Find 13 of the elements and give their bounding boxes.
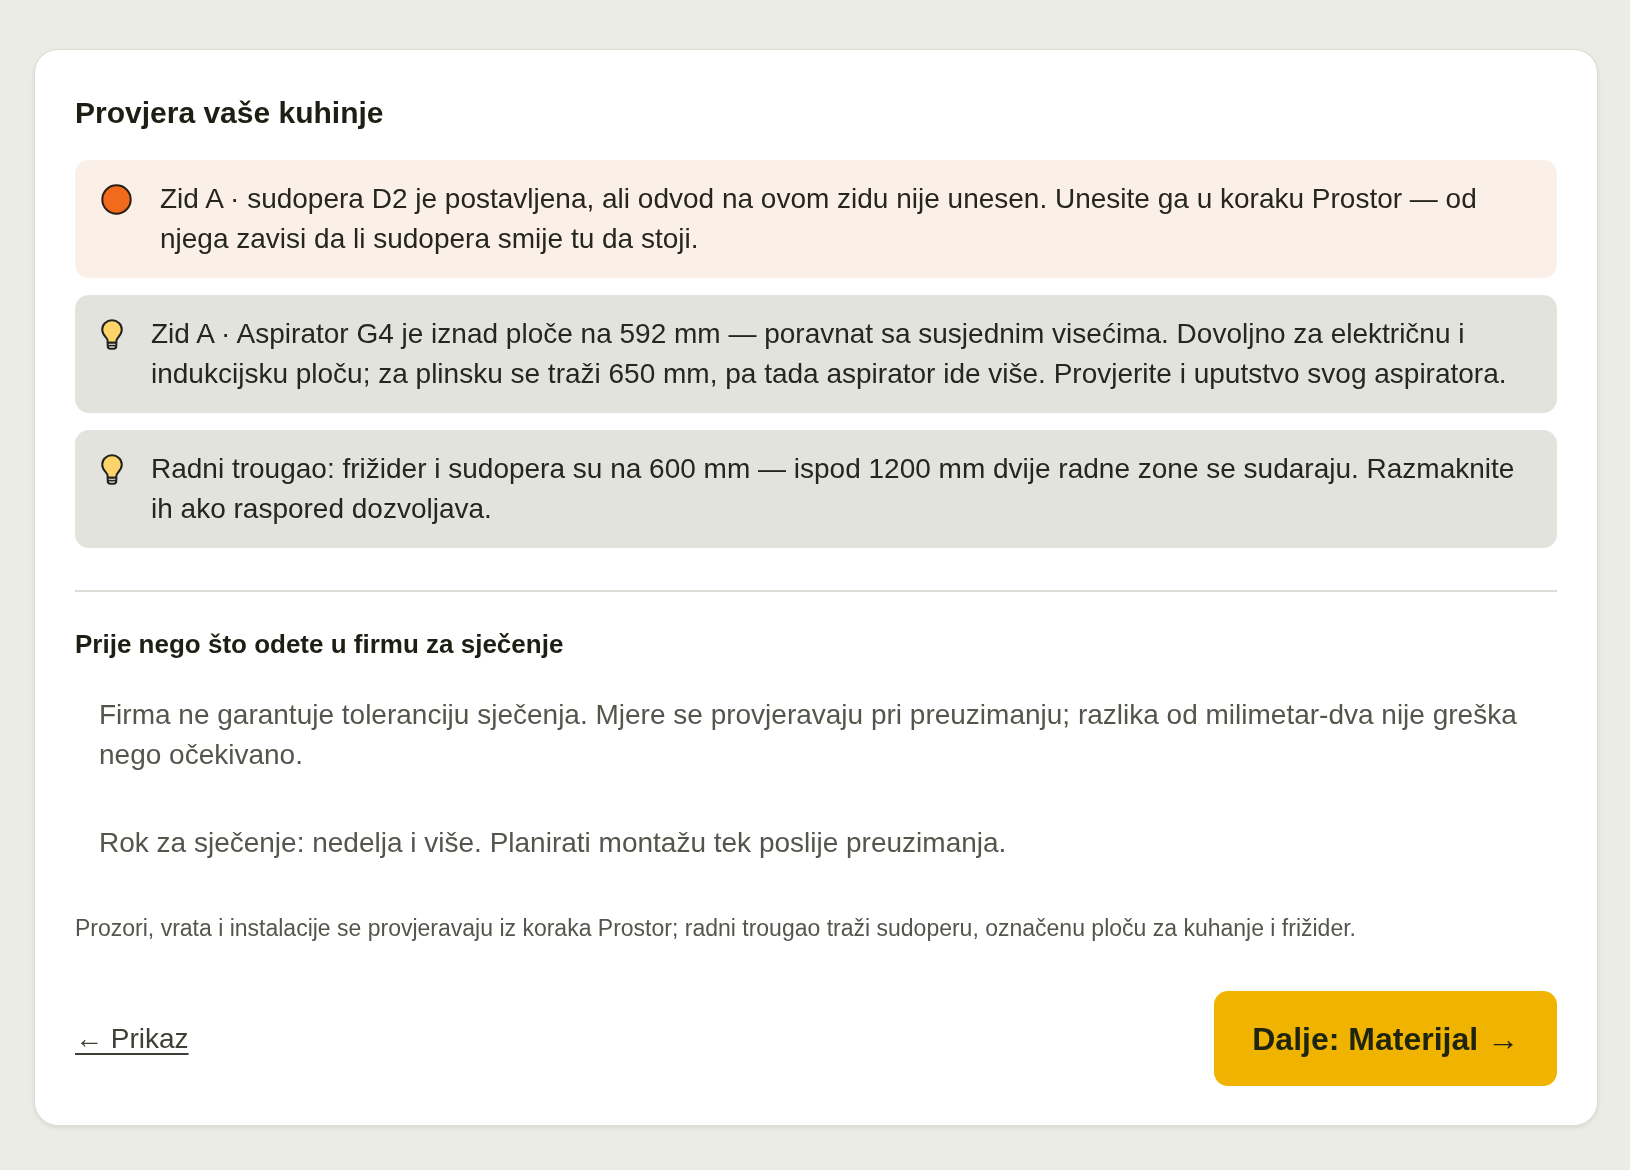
lightbulb-icon bbox=[101, 453, 123, 485]
info-paragraph: Firma ne garantuje toleranciju sječenja. Mjere se provjeravaju pri preuzimanju; razlika od milimetar-dva nije greška nego očekivano. bbox=[99, 698, 1518, 772]
notice-text: Zid A · sudopera D2 je postavljena, ali odvod na ovom zidu nije unesen. Unesite ga u koraku Prostor — od njega zavisi da li sudopera smije tu da stoji. bbox=[160, 182, 1478, 256]
footnote-text: Prozori, vrata i instalacije se provjeravaju iz koraka Prostor; radni trougao traži sudoperu, označenu ploču za kuhanje i frižider. bbox=[75, 914, 1357, 943]
status-dot-icon bbox=[101, 183, 132, 215]
next-button[interactable]: Dalje: Materijal → bbox=[1214, 991, 1557, 1086]
info-paragraph: Rok za sječenje: nedelja i više. Planirati montažu tek poslije preuzimanja. bbox=[99, 826, 1008, 860]
notice-text: Radni trougao: frižider i sudopera su na 600 mm — ispod 1200 mm dvije radne zone se sudaraju. Razmaknite ih ako raspored dozvoljava. bbox=[151, 452, 1516, 526]
lightbulb-icon bbox=[101, 318, 123, 350]
notice-text: Zid A · Aspirator G4 je iznad ploče na 592 mm — poravnat sa susjednim visećima. Dovoljno za električnu i indukcijsku ploču; za plinsku se traži 650 mm, pa tada aspirator ide više. Provjerite i uputstvo svog aspiratora. bbox=[151, 317, 1508, 391]
card-title: Provjera vaše kuhinje bbox=[75, 95, 385, 131]
back-link[interactable]: ← Prikaz bbox=[75, 1021, 189, 1056]
section-heading: Prije nego što odete u firmu za sječenje bbox=[75, 628, 565, 660]
